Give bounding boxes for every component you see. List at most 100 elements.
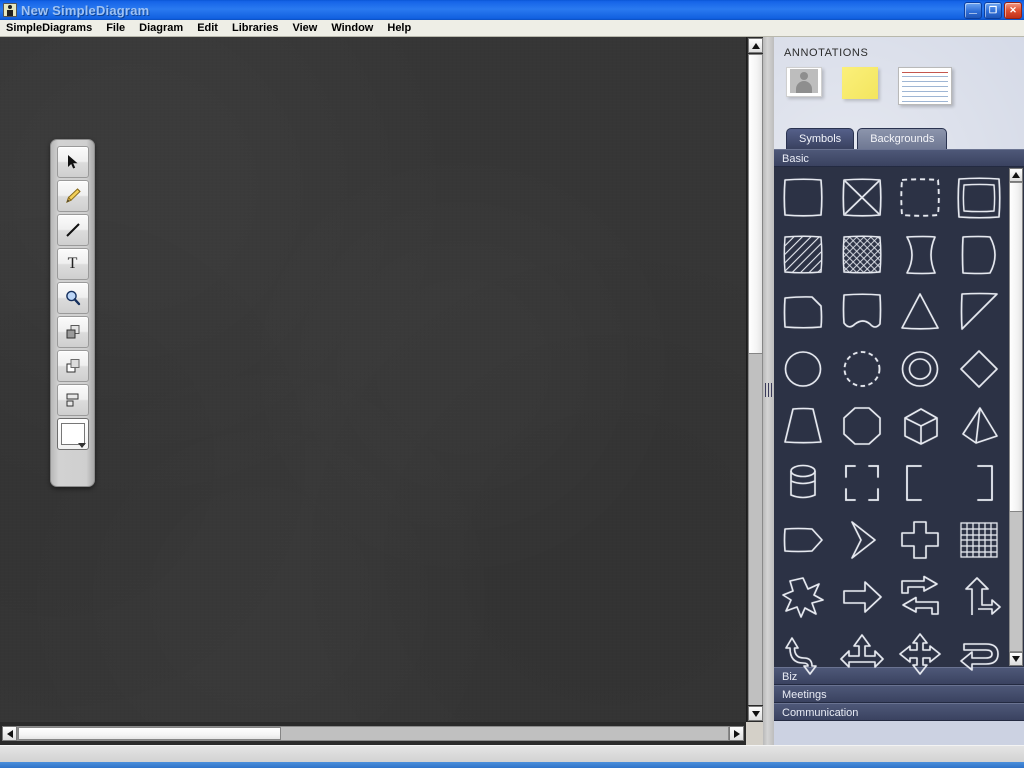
hscroll-thumb[interactable] <box>18 727 281 740</box>
status-bar <box>0 745 1024 762</box>
symbol-cylinder[interactable] <box>777 457 829 509</box>
symbol-s-curve-arrow[interactable] <box>777 628 829 680</box>
hscroll-right-button[interactable] <box>729 726 744 741</box>
symbol-banner-shape[interactable] <box>836 286 888 338</box>
symbol-chevron[interactable] <box>836 514 888 566</box>
minimize-icon: _ <box>969 0 977 15</box>
align-icon <box>64 391 82 409</box>
library-header-basic[interactable]: Basic <box>774 149 1024 167</box>
send-to-back-icon <box>64 357 82 375</box>
symbol-pyramid[interactable] <box>953 400 1005 452</box>
menu-item-view[interactable]: View <box>285 21 324 35</box>
symbol-curved-left-shape[interactable] <box>894 229 946 281</box>
vscroll-up-button[interactable] <box>748 38 763 53</box>
symbol-scrollbar[interactable] <box>1008 167 1024 667</box>
symbol-grid[interactable] <box>953 514 1005 566</box>
zoom-tool[interactable] <box>56 282 89 314</box>
close-button[interactable]: ✕ <box>1004 2 1022 19</box>
fill-color-tool[interactable] <box>56 418 89 450</box>
symbol-dashed-circle[interactable] <box>836 343 888 395</box>
symbol-four-way-arrow[interactable] <box>894 628 946 680</box>
library-header-communication[interactable]: Communication <box>774 703 1024 721</box>
vscroll-thumb[interactable] <box>748 54 763 354</box>
menu-item-window[interactable]: Window <box>324 21 380 35</box>
align-tool[interactable] <box>56 384 89 416</box>
symbol-cube[interactable] <box>894 400 946 452</box>
symbol-right-arrow[interactable] <box>836 571 888 623</box>
symbol-dashed-square[interactable] <box>894 172 946 224</box>
magnifier-icon <box>64 289 82 307</box>
menu-item-diagram[interactable]: Diagram <box>132 21 190 35</box>
symbol-starburst[interactable] <box>777 571 829 623</box>
symbol-right-triangle[interactable] <box>953 286 1005 338</box>
symbol-corner-brackets[interactable] <box>836 457 888 509</box>
maximize-icon: ❐ <box>988 5 998 15</box>
text-tool[interactable]: T <box>56 248 89 280</box>
title-bar: New SimpleDiagram _ ❐ ✕ <box>0 0 1024 20</box>
symbol-grid-container <box>774 167 1024 667</box>
panel-splitter[interactable] <box>763 37 774 745</box>
triangle-left-icon <box>6 729 13 738</box>
library-header-meetings[interactable]: Meetings <box>774 685 1024 703</box>
bring-to-front-tool[interactable] <box>56 316 89 348</box>
symbol-double-circle[interactable] <box>894 343 946 395</box>
panel-tabs: Symbols Backgrounds <box>774 105 1024 149</box>
select-tool[interactable] <box>56 146 89 178</box>
vscroll-down-button[interactable] <box>748 706 763 721</box>
symbol-grid <box>774 167 1008 667</box>
symbol-curved-right-shape[interactable] <box>953 229 1005 281</box>
tab-backgrounds[interactable]: Backgrounds <box>857 128 948 149</box>
symbol-u-turn-arrow[interactable] <box>953 628 1005 680</box>
sticky-note-annotation[interactable] <box>842 67 878 99</box>
canvas-horizontal-scrollbar[interactable] <box>0 722 746 745</box>
menu-item-help[interactable]: Help <box>380 21 418 35</box>
symbol-scroll-thumb[interactable] <box>1009 182 1023 512</box>
menu-item-edit[interactable]: Edit <box>190 21 225 35</box>
symbol-cut-corner-rectangle[interactable] <box>777 286 829 338</box>
symbol-circle[interactable] <box>777 343 829 395</box>
photo-annotation[interactable] <box>786 67 822 97</box>
taskbar[interactable] <box>0 762 1024 768</box>
menu-item-file[interactable]: File <box>99 21 132 35</box>
bring-to-front-icon <box>64 323 82 341</box>
symbol-cross[interactable] <box>894 514 946 566</box>
avatar <box>790 69 818 93</box>
menu-bar: SimpleDiagrams File Diagram Edit Librari… <box>0 20 1024 37</box>
canvas-vertical-scrollbar[interactable] <box>746 37 763 722</box>
symbol-double-square[interactable] <box>953 172 1005 224</box>
symbol-scroll-down-button[interactable] <box>1009 652 1023 666</box>
tab-symbols[interactable]: Symbols <box>786 128 855 149</box>
send-to-back-tool[interactable] <box>56 350 89 382</box>
symbol-diamond[interactable] <box>953 343 1005 395</box>
symbol-hatched-square[interactable] <box>777 229 829 281</box>
index-card-annotation[interactable] <box>898 67 952 105</box>
symbol-double-swap-arrow[interactable] <box>894 571 946 623</box>
symbol-bent-arrow[interactable] <box>953 571 1005 623</box>
diagram-canvas[interactable] <box>0 37 746 722</box>
symbol-square-with-x[interactable] <box>836 172 888 224</box>
symbol-cross-hatched-square[interactable] <box>836 229 888 281</box>
pencil-tool[interactable] <box>56 180 89 212</box>
symbol-trapezoid[interactable] <box>777 400 829 452</box>
annotations-row <box>774 59 1024 105</box>
triangle-right-icon <box>733 729 740 738</box>
symbol-octagon[interactable] <box>836 400 888 452</box>
symbol-right-bracket[interactable] <box>953 457 1005 509</box>
index-card-icon <box>898 67 952 105</box>
hscroll-track[interactable] <box>17 726 729 741</box>
app-icon <box>3 3 17 17</box>
menu-item-simplediagrams[interactable]: SimpleDiagrams <box>0 21 99 35</box>
sticky-note-icon <box>842 67 878 99</box>
pencil-icon <box>63 186 83 206</box>
minimize-button[interactable]: _ <box>964 0 982 19</box>
hscroll-left-button[interactable] <box>2 726 17 741</box>
symbol-left-bracket[interactable] <box>894 457 946 509</box>
symbol-pentagon-tag[interactable] <box>777 514 829 566</box>
line-tool[interactable] <box>56 214 89 246</box>
menu-item-libraries[interactable]: Libraries <box>225 21 285 35</box>
symbol-scroll-up-button[interactable] <box>1009 168 1023 182</box>
symbol-square[interactable] <box>777 172 829 224</box>
symbol-three-way-arrow[interactable] <box>836 628 888 680</box>
symbol-triangle[interactable] <box>894 286 946 338</box>
maximize-button[interactable]: ❐ <box>984 2 1002 19</box>
